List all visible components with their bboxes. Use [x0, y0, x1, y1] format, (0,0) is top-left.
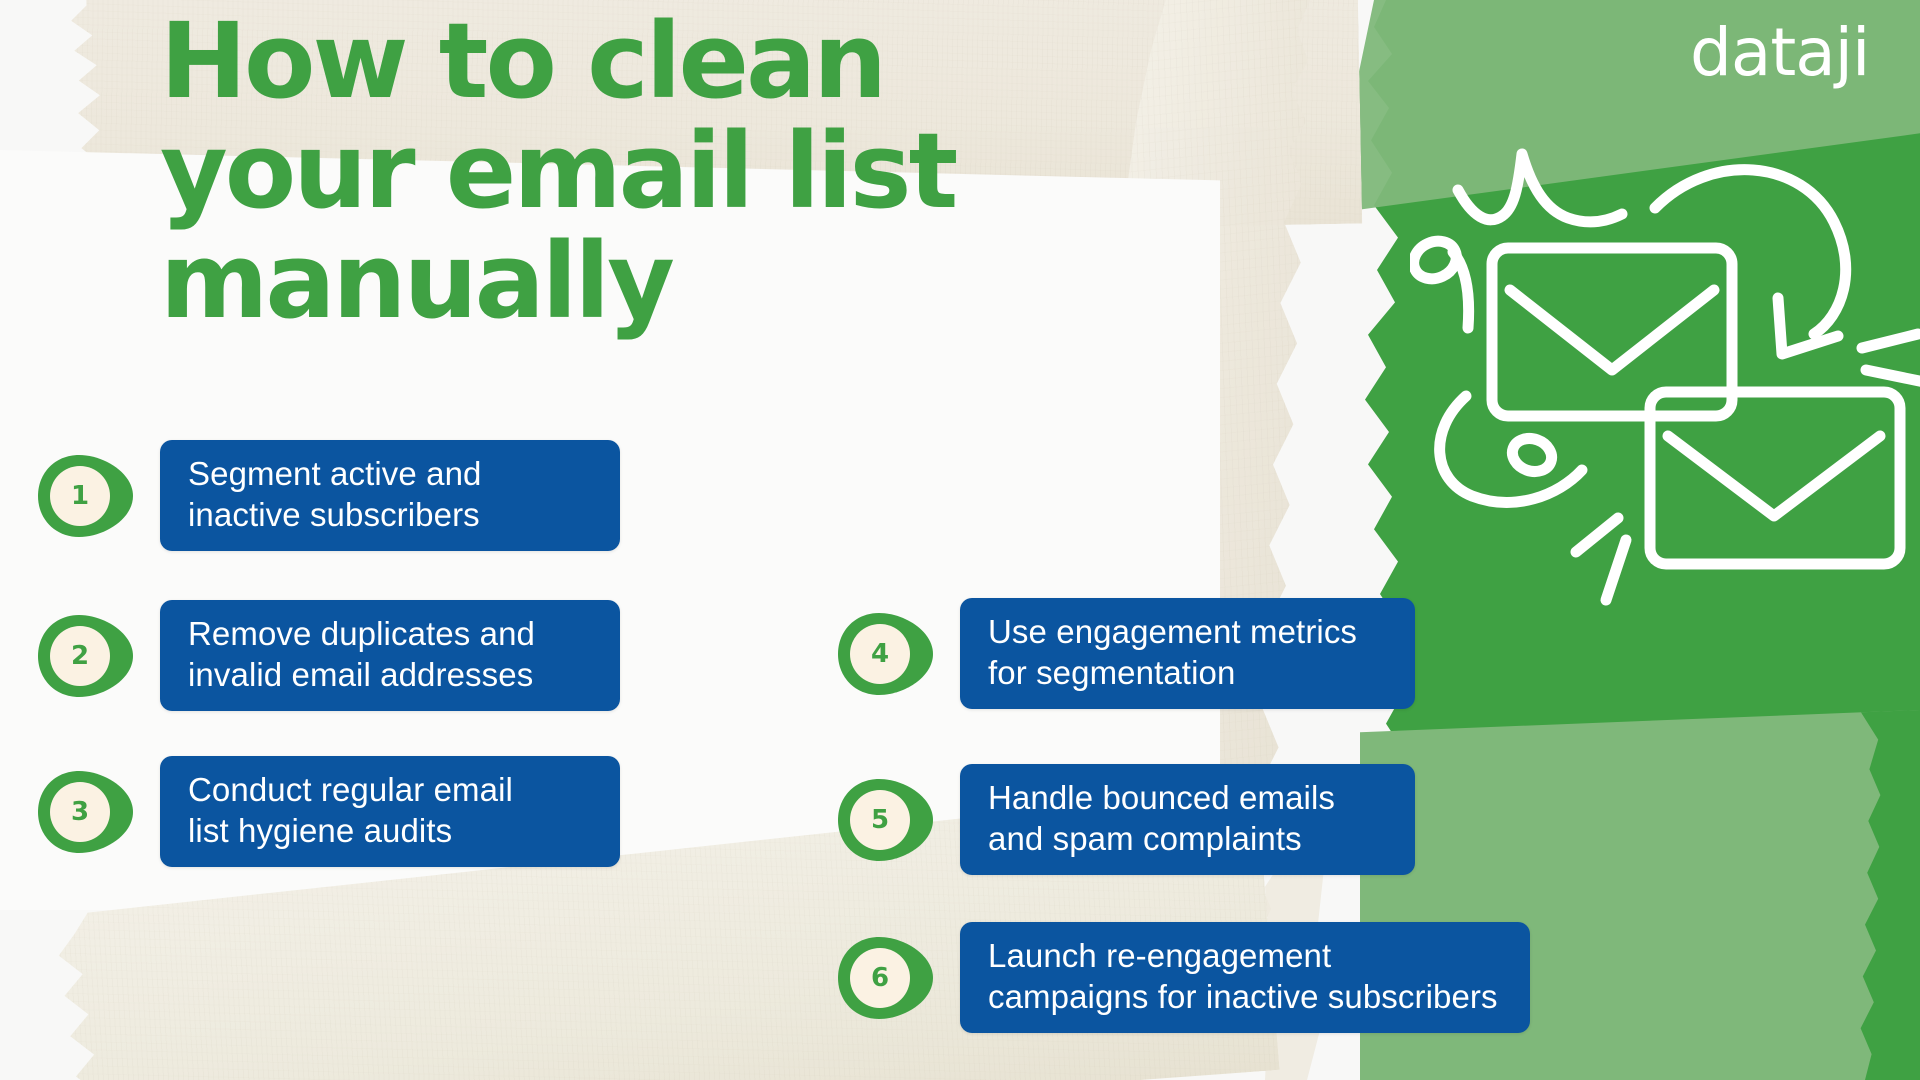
step-number-4: 4	[870, 638, 890, 669]
step-number-5: 5	[870, 804, 890, 835]
step-row-2: 2 Remove duplicates and invalid email ad…	[36, 600, 620, 712]
step-marker-6: 6	[836, 935, 934, 1021]
step-row-4: 4 Use engagement metrics for segmentatio…	[836, 598, 1415, 710]
envelope-back-flap	[1504, 284, 1720, 376]
step-marker-5: 5	[836, 777, 934, 863]
step-card-1[interactable]: Segment active and inactive subscribers	[160, 440, 620, 552]
step-row-1: 1 Segment active and inactive subscriber…	[36, 440, 620, 552]
spark-burst-icon	[1452, 148, 1628, 228]
step-row-3: 3 Conduct regular email list hygiene aud…	[36, 756, 620, 868]
step-card-3[interactable]: Conduct regular email list hygiene audit…	[160, 756, 620, 868]
step-card-2[interactable]: Remove duplicates and invalid email addr…	[160, 600, 620, 712]
step-row-5: 5 Handle bounced emails and spam complai…	[836, 764, 1415, 876]
spark-line	[1570, 512, 1624, 558]
brand-logo[interactable]: dataji	[1690, 20, 1870, 86]
step-number-6: 6	[870, 962, 890, 993]
envelope-illustration	[1408, 130, 1920, 610]
spark-line	[1600, 534, 1632, 606]
step-marker-3: 3	[36, 769, 134, 855]
step-marker-2: 2	[36, 613, 134, 699]
step-card-4[interactable]: Use engagement metrics for segmentation	[960, 598, 1415, 710]
step-marker-4: 4	[836, 611, 934, 697]
spark-line	[1860, 364, 1920, 387]
step-number-1: 1	[70, 480, 90, 511]
swirl-tail	[1447, 246, 1475, 334]
step-card-6[interactable]: Launch re-engagement campaigns for inact…	[960, 922, 1530, 1034]
infographic-canvas: How to clean your email list manually da…	[0, 0, 1920, 1080]
spark-line	[1856, 328, 1920, 354]
step-number-3: 3	[70, 796, 90, 827]
step-number-2: 2	[70, 640, 90, 671]
step-card-5[interactable]: Handle bounced emails and spam complaint…	[960, 764, 1415, 876]
envelope-front-flap	[1662, 430, 1886, 522]
swirl-loop-icon	[1506, 432, 1558, 478]
step-marker-1: 1	[36, 453, 134, 539]
step-row-6: 6 Launch re-engagement campaigns for ina…	[836, 922, 1530, 1034]
page-title: How to clean your email list manually	[160, 0, 958, 343]
